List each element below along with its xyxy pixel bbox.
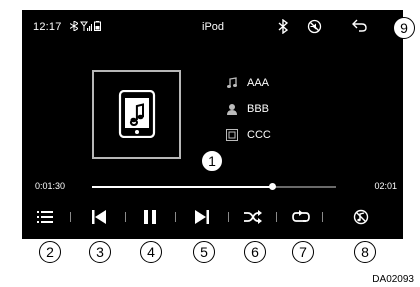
callout-4: 4	[140, 241, 162, 263]
callout-6: 6	[244, 241, 266, 263]
status-icons	[70, 21, 101, 31]
repeat-icon	[292, 210, 310, 222]
callout-3: 3	[89, 241, 111, 263]
artist-row: BBB	[224, 96, 271, 122]
figure-code: DA02093	[372, 274, 414, 285]
callout-2: 2	[39, 241, 61, 263]
phone-music-icon	[118, 90, 156, 138]
mute-icon	[307, 19, 322, 39]
status-bar: 12:17 iPod	[22, 10, 403, 44]
music-note-icon	[224, 76, 239, 91]
callout-9: 9	[393, 17, 415, 39]
shuffle-button[interactable]	[240, 204, 266, 230]
previous-track-button[interactable]	[86, 204, 112, 230]
source-title: iPod	[202, 21, 225, 33]
signal-icon	[80, 21, 92, 31]
track-metadata: AAA BBB CCC	[224, 70, 271, 148]
total-time: 02:01	[374, 181, 397, 191]
divider	[175, 212, 176, 222]
album-name: CCC	[247, 129, 271, 141]
progress-bar: 0:01:30 02:01	[22, 178, 403, 196]
back-icon[interactable]	[352, 19, 367, 37]
divider	[125, 212, 126, 222]
callout-1: 1	[201, 150, 223, 172]
menu-icon	[37, 211, 53, 223]
elapsed-time: 0:01:30	[35, 181, 66, 191]
album-row: CCC	[224, 122, 271, 148]
callout-8: 8	[354, 241, 376, 263]
track-title: AAA	[247, 77, 270, 89]
playback-controls	[22, 204, 403, 230]
album-icon	[224, 128, 239, 143]
previous-track-icon	[92, 210, 106, 224]
bluetooth-icon	[278, 18, 289, 39]
sound-off-button[interactable]	[348, 204, 374, 230]
divider	[228, 212, 229, 222]
divider	[70, 212, 71, 222]
callout-5: 5	[193, 241, 215, 263]
divider	[276, 212, 277, 222]
artist-icon	[224, 102, 239, 117]
bluetooth-phone-icon	[70, 21, 78, 31]
status-time: 12:17	[33, 21, 62, 33]
media-screen: 12:17 iPod AAA BBB CCC 0:01:30 02:01	[22, 10, 403, 239]
callout-7: 7	[292, 241, 314, 263]
shuffle-icon	[244, 210, 262, 224]
artist-name: BBB	[247, 103, 270, 115]
track-title-row: AAA	[224, 70, 271, 96]
menu-button[interactable]	[32, 204, 58, 230]
progress-track[interactable]	[92, 183, 336, 190]
divider	[322, 212, 323, 222]
album-art	[92, 70, 181, 159]
progress-thumb[interactable]	[268, 183, 276, 190]
pause-button[interactable]	[137, 204, 163, 230]
next-track-icon	[195, 210, 209, 224]
pause-icon	[144, 210, 156, 224]
next-track-button[interactable]	[189, 204, 215, 230]
sound-off-icon	[353, 209, 369, 225]
battery-icon	[94, 21, 101, 31]
repeat-button[interactable]	[288, 204, 314, 230]
progress-fill	[92, 186, 273, 188]
